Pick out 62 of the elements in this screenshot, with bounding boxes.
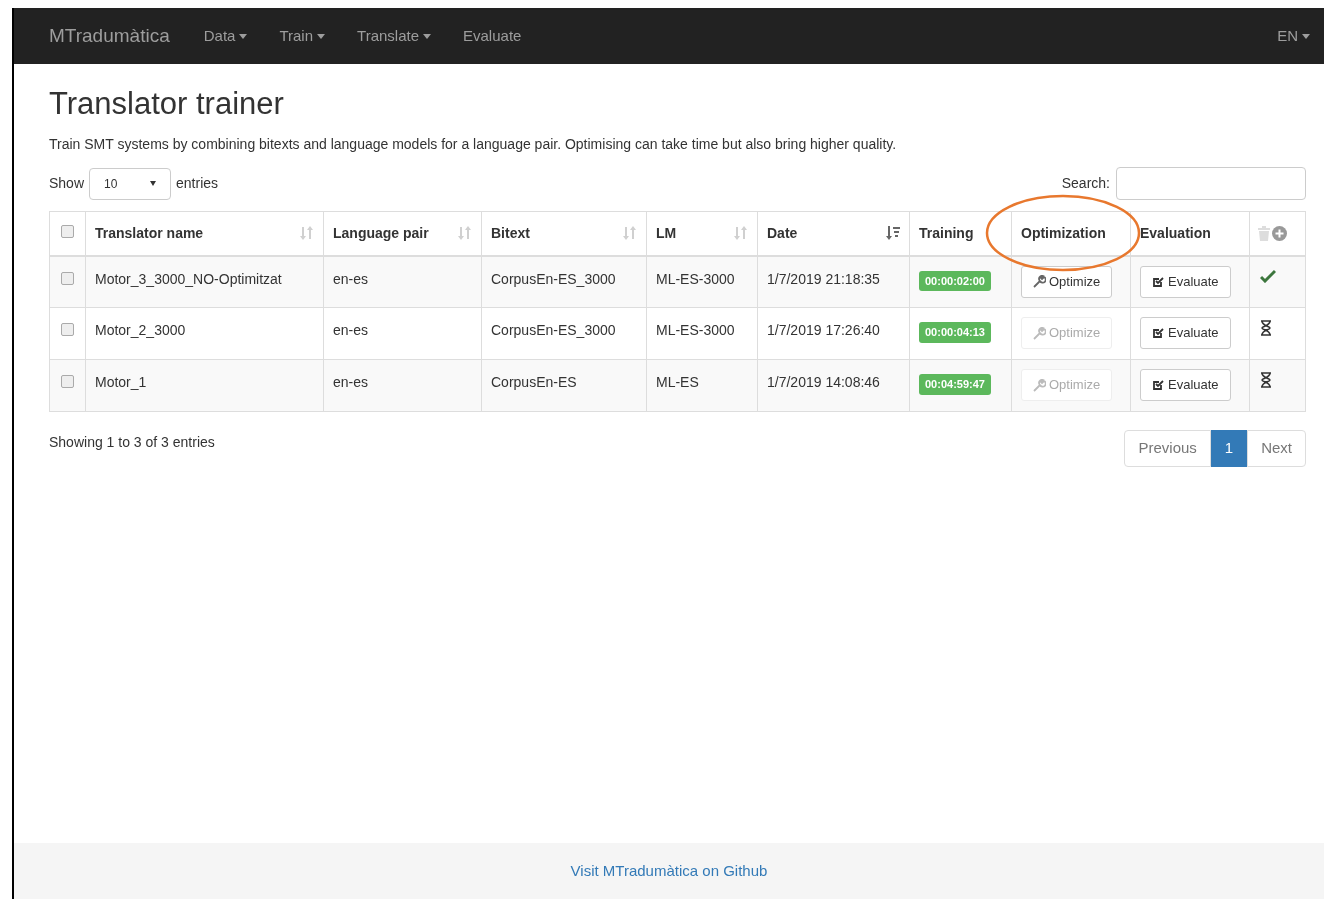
github-link[interactable]: Visit MTradumàtica on Github <box>570 859 768 883</box>
evaluate-button[interactable]: Evaluate <box>1140 265 1231 298</box>
caret-icon <box>1302 33 1310 39</box>
trash-icon[interactable] <box>1258 225 1270 241</box>
sort-icon[interactable] <box>734 225 748 242</box>
sort-icon[interactable] <box>623 225 637 242</box>
optimize-button[interactable]: Optimize <box>1021 265 1113 298</box>
caret-icon <box>239 33 248 39</box>
nav-menu-item[interactable]: Data <box>203 24 248 48</box>
table-cell: ML-ES-3000 <box>656 322 735 338</box>
sort-icon[interactable] <box>300 225 314 242</box>
checked-box-icon <box>1152 275 1164 288</box>
nav-menu-item[interactable]: Evaluate <box>463 24 522 48</box>
checkbox[interactable] <box>61 271 74 285</box>
table-cell: Motor_1 <box>95 374 147 390</box>
language-menu[interactable]: EN <box>1277 24 1310 48</box>
table-cell: ML-ES-3000 <box>656 270 735 287</box>
dropdown-arrow-icon <box>150 181 157 186</box>
training-time-badge: 00:04:59:47 <box>919 374 991 395</box>
pagination-button[interactable]: Next <box>1247 430 1306 467</box>
table-cell: en-es <box>333 270 369 287</box>
column-header[interactable]: LM <box>656 222 677 244</box>
table-cell: CorpusEn-ES <box>491 374 577 390</box>
table-cell: ML-ES <box>656 374 699 390</box>
entries-select[interactable]: 10 <box>89 167 172 200</box>
evaluate-button[interactable]: Evaluate <box>1140 369 1231 401</box>
page-title: Translator trainer <box>49 85 285 123</box>
table-cell: Motor_2_3000 <box>95 322 186 338</box>
caret-icon <box>317 33 326 39</box>
table-cell: en-es <box>333 322 369 338</box>
caret-icon <box>423 33 431 39</box>
add-circle-icon[interactable] <box>1272 225 1287 241</box>
checkbox[interactable] <box>61 323 74 336</box>
column-header[interactable]: Date <box>767 222 798 244</box>
table-info: Showing 1 to 3 of 3 entries <box>49 433 215 452</box>
table-cell: en-es <box>333 374 369 390</box>
training-time-badge: 00:00:02:00 <box>919 270 991 291</box>
checked-box-icon <box>1152 327 1164 339</box>
table-cell: Motor_3_3000_NO-Optimitzat <box>95 270 282 287</box>
checked-box-icon <box>1152 379 1164 391</box>
pagination-button[interactable]: Previous <box>1124 430 1211 467</box>
nav-menu-item[interactable]: Translate <box>357 24 431 48</box>
brand-link[interactable]: MTradumàtica <box>49 21 170 51</box>
table-cell: 1/7/2019 21:18:35 <box>767 270 880 287</box>
column-header[interactable]: Bitext <box>491 222 530 244</box>
search-field[interactable] <box>1116 167 1306 200</box>
page-description: Train SMT systems by combining bitexts and language models for a language pair. Optimising can take time but also bring higher quality. <box>49 135 898 154</box>
table-cell: CorpusEn-ES_3000 <box>491 322 616 338</box>
training-time-badge: 00:00:04:13 <box>919 322 991 343</box>
table-cell: CorpusEn-ES_3000 <box>491 270 616 287</box>
sort-descending-icon[interactable] <box>886 225 900 242</box>
checkbox[interactable] <box>61 375 74 388</box>
show-label: Show <box>49 174 85 193</box>
sort-icon[interactable] <box>458 225 472 242</box>
search-label: Search: <box>1061 174 1110 193</box>
table-cell: 1/7/2019 14:08:46 <box>767 374 880 390</box>
pagination-button[interactable]: 1 <box>1210 430 1248 467</box>
checkbox[interactable] <box>61 224 74 238</box>
evaluate-button[interactable]: Evaluate <box>1140 317 1231 349</box>
table-cell: 1/7/2019 17:26:40 <box>767 322 880 338</box>
entries-label: entries <box>176 174 219 193</box>
nav-menu-item[interactable]: Train <box>279 24 326 48</box>
